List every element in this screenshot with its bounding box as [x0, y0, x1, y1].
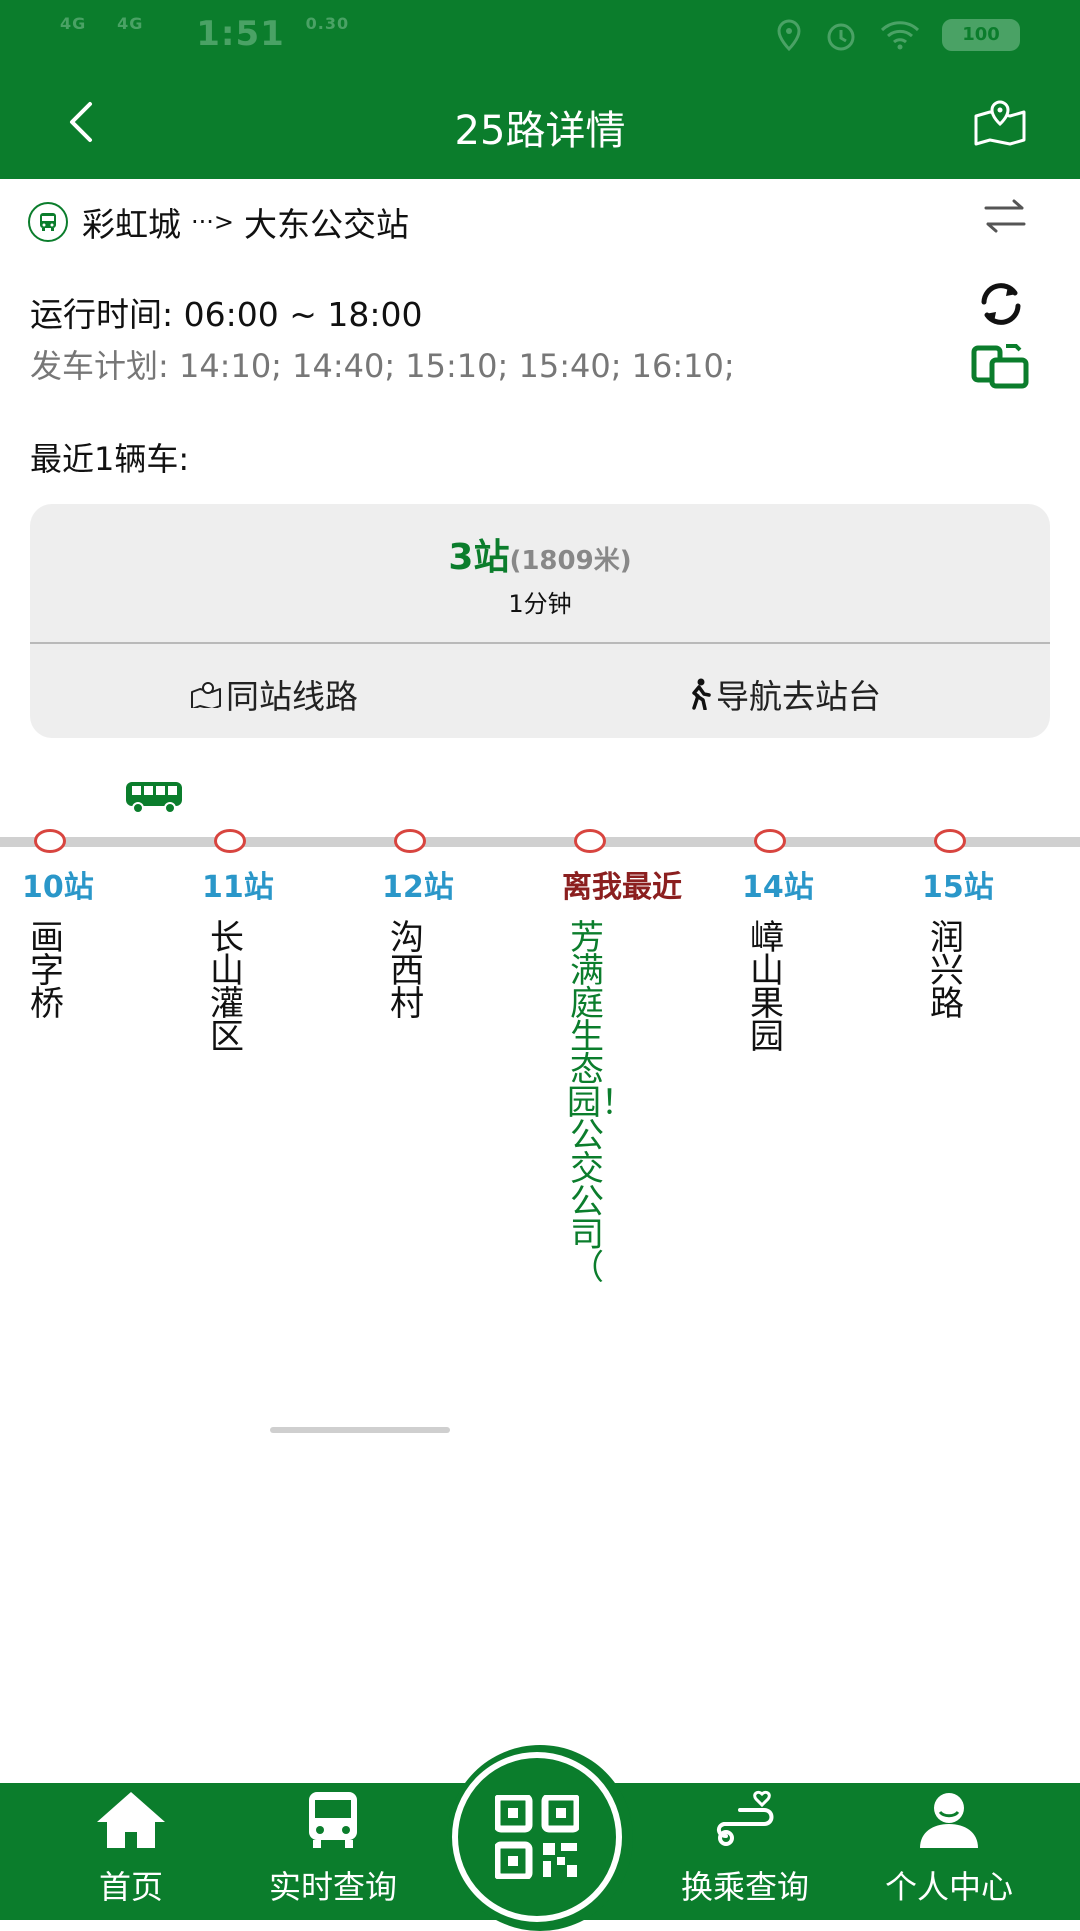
navigate-to-stop-button[interactable]: 导航去站台: [686, 670, 881, 718]
nav-realtime-label: 实时查询: [268, 1868, 397, 1906]
person-icon: [920, 1793, 978, 1848]
bus-icon: [28, 202, 68, 242]
same-station-routes-button[interactable]: 同站线路: [190, 670, 358, 718]
station-node[interactable]: [934, 829, 966, 853]
refresh-button[interactable]: [974, 280, 1028, 332]
nav-home-label: 首页: [98, 1868, 163, 1906]
eta: 1分钟: [508, 590, 572, 618]
station-number: 15站: [922, 870, 994, 905]
wifi-status-icon: [880, 21, 920, 50]
nav-transfer-label: 换乘查询: [680, 1868, 809, 1906]
bus-front-icon: [309, 1792, 357, 1848]
route-arrow: ···>: [191, 208, 234, 236]
horizontal-scrollbar[interactable]: [270, 1427, 450, 1433]
nav-transfer[interactable]: 换乘查询: [660, 1790, 830, 1908]
vehicle-info[interactable]: 3站(1809米) 1分钟: [30, 504, 1050, 642]
page-title: 25路详情: [454, 108, 626, 154]
station-number: 14站: [742, 870, 814, 905]
walking-person-icon: [692, 678, 711, 710]
switch-screen-icon: [971, 344, 1029, 389]
station-name[interactable]: 润兴路: [927, 921, 967, 1021]
station-name-nearest[interactable]: 芳满庭生态园！公交公司（: [567, 921, 635, 1285]
stops-away: 3站: [448, 537, 510, 578]
card-divider: [30, 642, 1050, 644]
navigate-to-stop-label: 导航去站台: [716, 677, 881, 716]
station-node-nearest[interactable]: [574, 829, 606, 853]
recent-vehicle-label: 最近1辆车:: [30, 440, 190, 478]
map-route-icon: [191, 682, 221, 708]
toggle-view-button[interactable]: [970, 342, 1030, 394]
station-node[interactable]: [754, 829, 786, 853]
location-status-icon: [777, 19, 801, 51]
route-to: 大东公交站: [244, 205, 409, 244]
nav-profile[interactable]: 个人中心: [864, 1790, 1034, 1908]
operating-time: 运行时间: 06:00 ~ 18:00: [30, 295, 423, 334]
station-name[interactable]: 沟西村: [387, 921, 427, 1021]
battery-indicator: 100: [942, 19, 1020, 51]
transfer-route-icon: [717, 1790, 774, 1846]
station-number: 10站: [22, 870, 94, 905]
route-from: 彩虹城: [82, 205, 181, 244]
station-node[interactable]: [214, 829, 246, 853]
station-name[interactable]: 画字桥: [27, 921, 67, 1021]
qr-code-icon: [495, 1795, 579, 1879]
station-number: 11站: [202, 870, 274, 905]
same-station-routes-label: 同站线路: [226, 677, 358, 716]
status-bar: 4G 4G 1:51 0.30 100: [0, 0, 1080, 70]
departure-plan: 发车计划: 14:10; 14:40; 15:10; 15:40; 16:10;: [30, 347, 735, 385]
status-time: 4G 4G 1:51 0.30: [60, 14, 350, 54]
nearest-station-label: 离我最近: [562, 870, 682, 905]
map-button[interactable]: [972, 98, 1028, 150]
nav-profile-label: 个人中心: [884, 1868, 1013, 1906]
station-number: 12站: [382, 870, 454, 905]
distance: (1809米): [509, 546, 632, 576]
swap-direction-button[interactable]: [982, 198, 1028, 238]
refresh-icon: [981, 283, 1021, 325]
route-direction: 彩虹城 ···> 大东公交站: [28, 198, 409, 246]
vehicle-card: 3站(1809米) 1分钟 同站线路 导航去站台: [30, 504, 1050, 738]
nav-realtime[interactable]: 实时查询: [248, 1790, 418, 1908]
bus-position-icon: [124, 780, 186, 820]
map-pin-icon: [974, 100, 1026, 146]
swap-arrows-icon: [984, 199, 1026, 233]
alarm-status-icon: [827, 23, 855, 51]
home-icon: [97, 1792, 165, 1848]
qr-scan-button[interactable]: [452, 1752, 622, 1922]
nav-home[interactable]: 首页: [46, 1790, 216, 1908]
station-node[interactable]: [34, 829, 66, 853]
station-name[interactable]: 嶂山果园: [747, 921, 787, 1054]
station-name[interactable]: 长山灌区: [207, 921, 247, 1054]
route-track: [0, 837, 1080, 847]
station-node[interactable]: [394, 829, 426, 853]
status-icons: 100: [776, 18, 1020, 52]
